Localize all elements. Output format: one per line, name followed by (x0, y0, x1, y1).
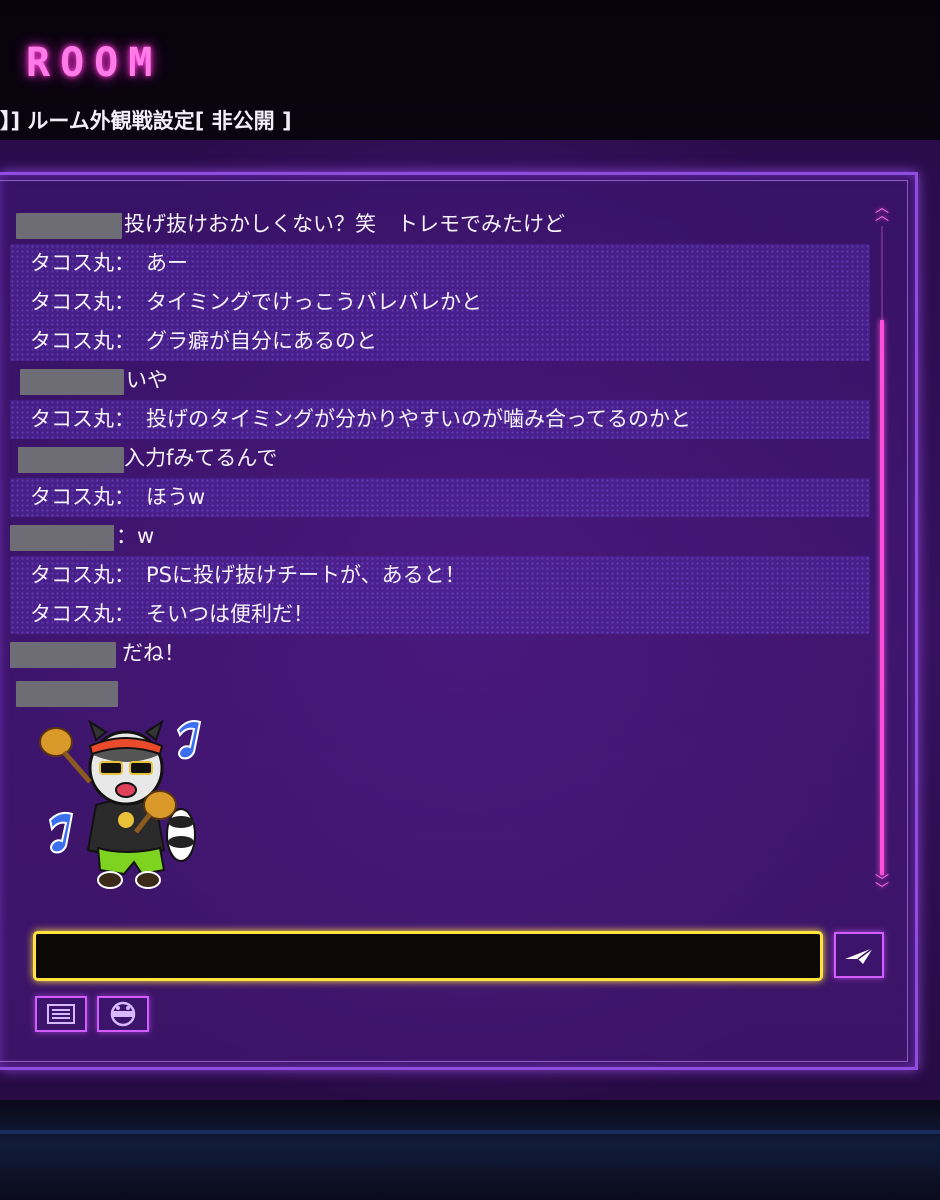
message-text: そいつは便利だ！ (146, 602, 314, 626)
chat-message: タコス丸： タイミングでけっこうバレバレかと (10, 283, 870, 322)
chat-input[interactable] (33, 931, 823, 981)
chat-message: 入力fみてるんで (10, 439, 870, 478)
message-text: だね！ (122, 641, 185, 665)
message-text: いや (126, 368, 168, 392)
chat-message-list: 投げ抜けおかしくない？笑 トレモでみたけど タコス丸： あー タコス丸： タイミ… (10, 205, 870, 712)
chat-log-icon (47, 1004, 75, 1024)
spectator-settings-text: 】] ルーム外観戦設定[ 非公開 ] (0, 109, 292, 133)
message-text: ほうw (146, 485, 206, 509)
chevron-double-up-icon[interactable]: ︿ ︿ (874, 201, 890, 223)
message-sender: タコス丸： (30, 407, 135, 431)
raccoon-maracas-sticker (38, 710, 213, 895)
message-sender: タコス丸： (30, 602, 135, 626)
redacted-username (10, 642, 116, 668)
chat-message (10, 673, 870, 712)
sticker-button[interactable] (97, 996, 149, 1032)
message-sender: タコス丸： (30, 290, 135, 314)
redacted-username (16, 213, 122, 239)
message-text: 投げのタイミングが分かりやすいのが噛み合ってるのかと (146, 407, 691, 431)
redacted-username (18, 447, 124, 473)
chat-message: だね！ (10, 634, 870, 673)
redacted-username (20, 369, 124, 395)
message-sender: タコス丸： (30, 329, 135, 353)
message-text: ：w (116, 524, 155, 548)
message-sender: タコス丸： (30, 251, 135, 275)
sticker-icon (110, 1001, 136, 1027)
redacted-username (16, 681, 118, 707)
chat-message: タコス丸： 投げのタイミングが分かりやすいのが噛み合ってるのかと (10, 400, 870, 439)
message-text: 入力fみてるんで (124, 446, 278, 470)
chat-message: 投げ抜けおかしくない？笑 トレモでみたけど (10, 205, 870, 244)
chat-message: タコス丸： ほうw (10, 478, 870, 517)
scroll-thumb[interactable] (880, 320, 884, 875)
message-text: あー (146, 251, 188, 275)
message-text: タイミングでけっこうバレバレかと (146, 290, 482, 314)
chevron-double-down-icon[interactable]: ﹀ ﹀ (874, 875, 890, 897)
chat-message: タコス丸： そいつは便利だ！ (10, 595, 870, 634)
chat-message: いや (10, 361, 870, 400)
room-title: ROOM (26, 40, 163, 86)
stage-floor (0, 1100, 940, 1200)
chat-scrollbar[interactable]: ︿ ︿ ﹀ ﹀ (874, 200, 890, 897)
send-icon (845, 947, 874, 964)
chat-log-button[interactable] (35, 996, 87, 1032)
message-text: 投げ抜けおかしくない？笑 トレモでみたけど (124, 212, 565, 236)
redacted-username (10, 525, 114, 551)
chat-message: タコス丸： あー (10, 244, 870, 283)
message-sender: タコス丸： (30, 563, 135, 587)
message-text: PSに投げ抜けチートが、あると！ (146, 563, 466, 587)
message-sender: タコス丸： (30, 485, 135, 509)
message-text: グラ癖が自分にあるのと (146, 329, 377, 353)
send-button[interactable] (834, 932, 884, 978)
chat-message: タコス丸： PSに投げ抜けチートが、あると！ (10, 556, 870, 595)
chat-message: タコス丸： グラ癖が自分にあるのと (10, 322, 870, 361)
raccoon-sticker-art (39, 719, 202, 889)
chat-message: ：w (10, 517, 870, 556)
